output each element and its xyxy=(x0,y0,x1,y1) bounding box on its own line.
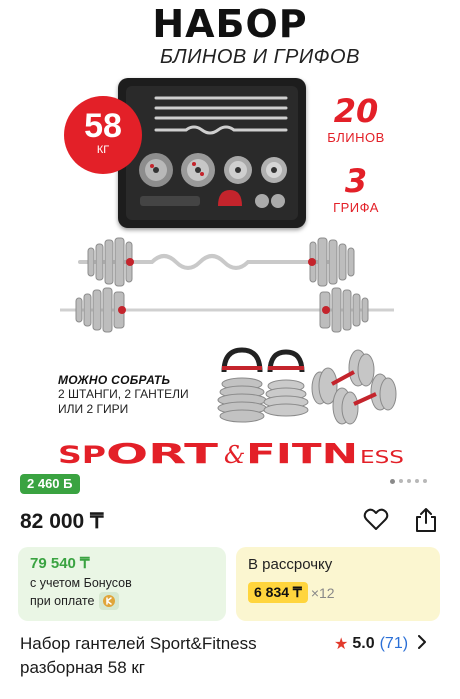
banner-title: НАБОР xyxy=(152,2,308,46)
plates-label: БЛИНОВ xyxy=(327,130,385,145)
cashback-badge: 2 460 Б xyxy=(20,474,80,494)
barbells-image xyxy=(60,237,394,333)
reviews-count[interactable]: (71) xyxy=(380,635,408,653)
product-price: 82 000 ₸ xyxy=(20,510,104,533)
rating-score: 5.0 xyxy=(352,635,375,652)
rating-link[interactable]: ★ 5.0 (71) xyxy=(334,634,427,654)
can-build-line1: 2 ШТАНГИ, 2 ГАНТЕЛИ xyxy=(58,387,189,401)
installment-amount: 6 834 ₸ xyxy=(248,582,308,603)
bars-stat: 3 ГРИФА xyxy=(322,164,390,215)
carousel-dot[interactable] xyxy=(423,479,427,483)
carousel-dot[interactable] xyxy=(399,479,403,483)
weight-unit: КГ xyxy=(96,144,110,156)
kettlebells-dumbbells-image xyxy=(217,347,397,425)
brand-logo: SP ORT & FITN ESS xyxy=(58,438,404,468)
straight-barbell xyxy=(60,287,394,333)
banner-subtitle: БЛИНОВ И ГРИФОВ xyxy=(160,46,360,68)
bars-count: 3 xyxy=(344,162,368,200)
plates-stat: 20 БЛИНОВ xyxy=(322,94,390,145)
favorite-button[interactable] xyxy=(362,506,390,534)
bars-label: ГРИФА xyxy=(333,200,379,215)
carousel-dots[interactable] xyxy=(390,478,427,484)
star-icon: ★ xyxy=(334,636,349,653)
share-button[interactable] xyxy=(412,506,440,534)
installment-multiplier: ×12 xyxy=(310,584,335,601)
kaspi-pay-icon xyxy=(99,592,120,610)
product-title: Набор гантелей Sport&Fitness разборная 5… xyxy=(20,634,257,677)
bonus-price: 79 540 ₸ xyxy=(30,555,90,572)
carousel-dot[interactable] xyxy=(407,479,411,483)
installment-card[interactable]: В рассрочку 6 834 ₸ ×12 xyxy=(236,547,440,621)
bonus-price-card[interactable]: 79 540 ₸ с учетом Бонусов при оплате xyxy=(18,547,226,621)
carousel-dot[interactable] xyxy=(415,479,419,483)
svg-text:ORT: ORT xyxy=(106,438,218,468)
curl-barbell xyxy=(78,237,355,287)
weight-badge: 58 КГ xyxy=(64,96,142,174)
product-image-banner[interactable]: НАБОР БЛИНОВ И ГРИФОВ 58 КГ 20 БЛИНОВ 3 … xyxy=(0,0,460,470)
can-build-heading: МОЖНО СОБРАТЬ xyxy=(58,373,171,387)
bonus-payment-note: при оплате xyxy=(30,594,95,608)
can-build-caption: МОЖНО СОБРАТЬ 2 ШТАНГИ, 2 ГАНТЕЛИ ИЛИ 2 … xyxy=(58,373,228,417)
svg-text:SP: SP xyxy=(58,441,106,468)
bonus-note: с учетом Бонусов xyxy=(30,576,132,590)
svg-text:ESS: ESS xyxy=(360,447,404,468)
chevron-right-icon xyxy=(418,634,427,654)
equipment-case-image xyxy=(118,78,306,228)
installment-label: В рассрочку xyxy=(248,556,333,573)
svg-text:FITN: FITN xyxy=(246,438,358,468)
carousel-dot[interactable] xyxy=(390,478,395,484)
weight-value: 58 xyxy=(84,107,122,145)
plates-count: 20 xyxy=(333,92,379,130)
share-icon xyxy=(416,508,436,532)
heart-icon xyxy=(363,508,389,530)
svg-text:&: & xyxy=(224,441,245,468)
can-build-line2: ИЛИ 2 ГИРИ xyxy=(58,402,129,416)
